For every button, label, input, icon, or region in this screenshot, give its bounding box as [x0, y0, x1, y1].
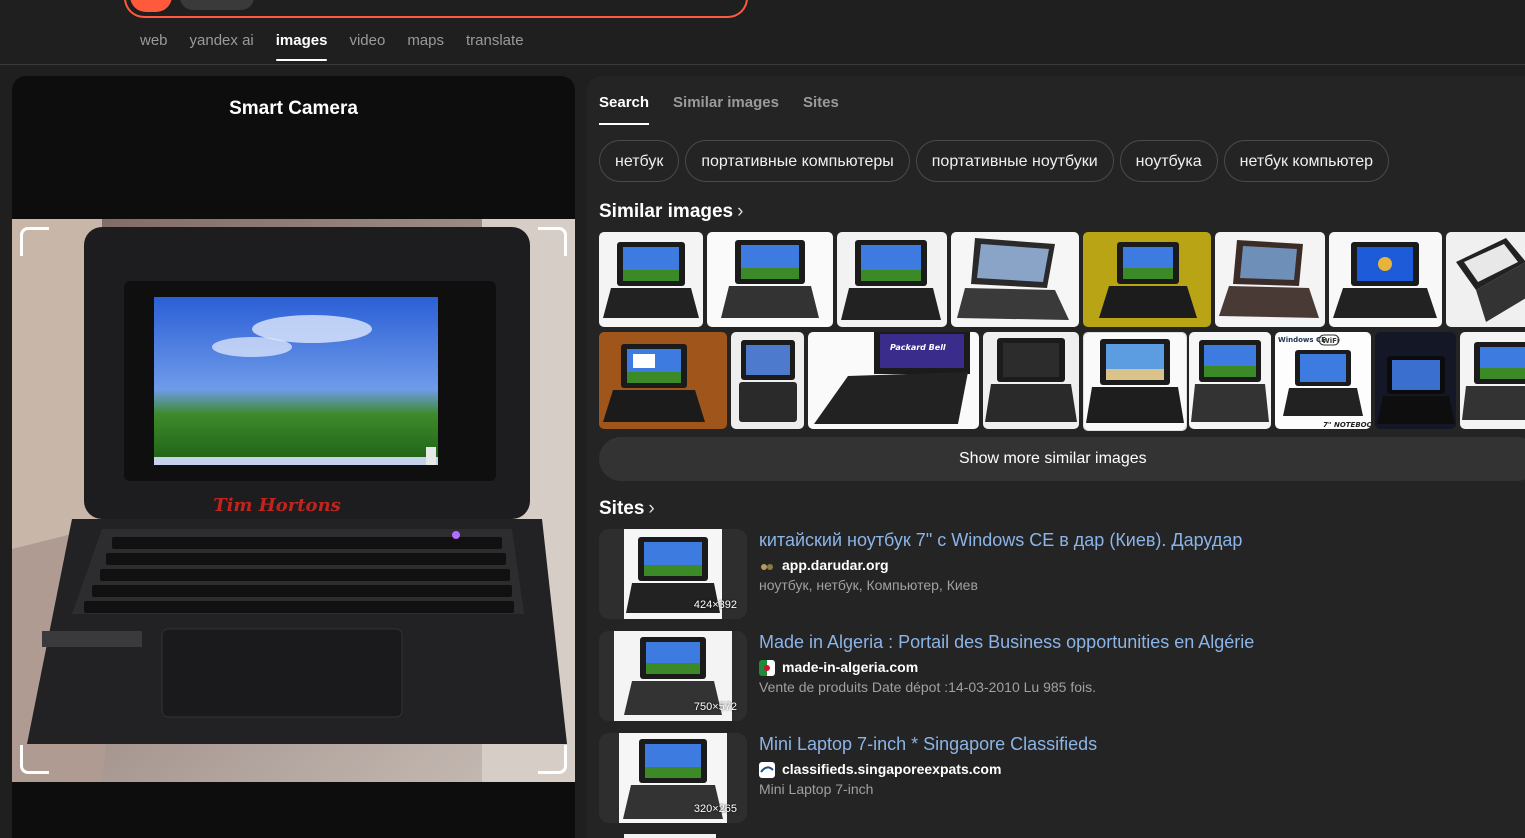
thumb-wifi-text: WiFi	[1322, 337, 1339, 345]
nav-images[interactable]: images	[275, 32, 327, 61]
thumb-image	[599, 332, 727, 429]
similar-image-thumb[interactable]	[1460, 332, 1525, 429]
similar-images-title: Similar images	[599, 201, 734, 222]
site-domain-link[interactable]: app.darudar.org	[782, 557, 889, 573]
laptop-photo: Tim Hortons	[12, 219, 575, 782]
thumb-image	[983, 332, 1079, 429]
site-domain-link[interactable]: made-in-algeria.com	[782, 659, 918, 675]
next-site-thumbnail-edge	[624, 834, 716, 838]
thumb-image	[1215, 232, 1325, 327]
show-more-similar-button[interactable]: Show more similar images	[599, 437, 1525, 481]
site-result: 750×572 Made in Algeria : Portail des Bu…	[599, 631, 1519, 721]
chevron-right-icon: ›	[648, 498, 655, 519]
site-title-link[interactable]: Mini Laptop 7-inch * Singapore Classifie…	[759, 734, 1097, 755]
site-thumbnail[interactable]: 424×392	[599, 529, 747, 619]
site-description: Mini Laptop 7-inch	[759, 781, 874, 797]
similar-image-thumb[interactable]	[1375, 332, 1456, 429]
image-dimensions: 424×392	[693, 599, 737, 611]
darudar-favicon-icon	[759, 558, 775, 574]
panel-title: Smart Camera	[229, 98, 358, 119]
thumb-image	[1189, 332, 1271, 429]
similar-image-thumb[interactable]	[983, 332, 1079, 429]
site-title-link[interactable]: Made in Algeria : Portail des Business o…	[759, 632, 1254, 653]
thumb-image	[731, 332, 804, 429]
chip-netbook[interactable]: нетбук	[599, 140, 680, 182]
nav-maps[interactable]: maps	[407, 32, 444, 61]
singaporeexpats-favicon-icon	[759, 762, 775, 778]
chip-portable-computers[interactable]: портативные компьютеры	[685, 140, 910, 182]
sites-heading[interactable]: Sites ›	[599, 498, 655, 520]
thumb-packard-text: Packard Bell	[890, 343, 946, 352]
image-dimensions: 320×265	[693, 803, 737, 815]
algeria-flag-icon	[759, 660, 775, 676]
thumb-image	[1446, 232, 1525, 327]
similar-images-heading[interactable]: Similar images ›	[599, 201, 743, 223]
chip-laptop[interactable]: ноутбука	[1119, 140, 1218, 182]
similar-image-thumb[interactable]	[1215, 232, 1325, 327]
similar-image-thumb[interactable]	[599, 232, 703, 327]
tab-similar-images[interactable]: Similar images	[673, 94, 779, 125]
thumb-image	[707, 232, 833, 327]
image-dimensions: 750×572	[693, 701, 737, 713]
similar-image-thumb[interactable]	[1083, 232, 1211, 327]
site-domain-link[interactable]: classifieds.singaporeexpats.com	[782, 761, 1001, 777]
similar-image-thumb[interactable]	[707, 232, 833, 327]
crop-corner-top-left[interactable]	[20, 227, 49, 256]
tab-search[interactable]: Search	[599, 94, 650, 125]
similar-image-thumb[interactable]	[599, 332, 727, 429]
nav-web[interactable]: web	[140, 32, 168, 61]
thumb-image	[1083, 232, 1211, 327]
chip-netbook-computer[interactable]: нетбук компьютер	[1223, 140, 1390, 182]
site-result: 424×392 китайский ноутбук 7" с Windows C…	[599, 529, 1519, 619]
smart-camera-panel: Smart Camera Tim Hortons	[12, 76, 575, 838]
nav-yandex-ai[interactable]: yandex ai	[190, 32, 254, 61]
site-thumbnail[interactable]: 750×572	[599, 631, 747, 721]
query-photo[interactable]: Tim Hortons	[12, 219, 575, 782]
site-description: Vente de produits Date dépot :14-03-2010…	[759, 679, 1097, 695]
site-title-link[interactable]: китайский ноутбук 7" с Windows CE в дар …	[759, 530, 1242, 551]
similar-image-thumb[interactable]: Windows CEWiFi7" NOTEBOOK	[1275, 332, 1371, 429]
similar-image-thumb[interactable]	[837, 232, 947, 327]
similar-image-thumb[interactable]	[1329, 232, 1442, 327]
thumb-image: Packard Bell	[808, 332, 979, 429]
thumb-image	[1084, 333, 1186, 430]
crop-corner-top-right[interactable]	[538, 227, 567, 256]
similar-image-thumb[interactable]	[1446, 232, 1525, 327]
similar-image-thumb[interactable]	[1189, 332, 1271, 429]
search-nav: web yandex ai images video maps translat…	[140, 32, 546, 61]
crop-corner-bottom-right[interactable]	[538, 745, 567, 774]
thumb-image	[951, 232, 1079, 327]
thumb-notebook-text: 7" NOTEBOOK	[1323, 421, 1371, 429]
nav-translate[interactable]: translate	[466, 32, 524, 61]
site-result: 320×265 Mini Laptop 7-inch * Singapore C…	[599, 733, 1519, 823]
thumb-image	[1460, 332, 1525, 429]
similar-image-thumb[interactable]: Packard Bell	[808, 332, 979, 429]
nav-video[interactable]: video	[349, 32, 385, 61]
thumb-image	[599, 232, 703, 327]
keyboard-icon[interactable]	[786, 0, 808, 4]
similar-image-thumb[interactable]	[731, 332, 804, 429]
similar-image-thumb[interactable]	[951, 232, 1079, 327]
header: web yandex ai images video maps translat…	[0, 0, 1525, 65]
results-tabs: Search Similar images Sites	[599, 94, 863, 125]
thumb-image	[837, 232, 947, 327]
suggestion-chips: нетбук портативные компьютеры портативны…	[599, 140, 1390, 182]
thumb-image	[1329, 232, 1442, 327]
site-thumbnail[interactable]: 320×265	[599, 733, 747, 823]
crop-corner-bottom-left[interactable]	[20, 745, 49, 774]
site-description: ноутбук, нетбук, Компьютер, Киев	[759, 577, 978, 593]
tab-sites[interactable]: Sites	[803, 94, 839, 125]
similar-image-thumb[interactable]	[1083, 332, 1187, 431]
image-query-chip[interactable]	[180, 0, 254, 10]
photo-logo-text: Tim Hortons	[213, 495, 341, 516]
chevron-right-icon: ›	[737, 201, 744, 222]
thumb-image: Windows CEWiFi7" NOTEBOOK	[1275, 332, 1371, 429]
results-panel: Search Similar images Sites нетбук порта…	[587, 76, 1525, 838]
chip-portable-laptops[interactable]: портативные ноутбуки	[915, 140, 1114, 182]
thumb-image	[1375, 332, 1456, 429]
sites-title: Sites	[599, 498, 645, 519]
